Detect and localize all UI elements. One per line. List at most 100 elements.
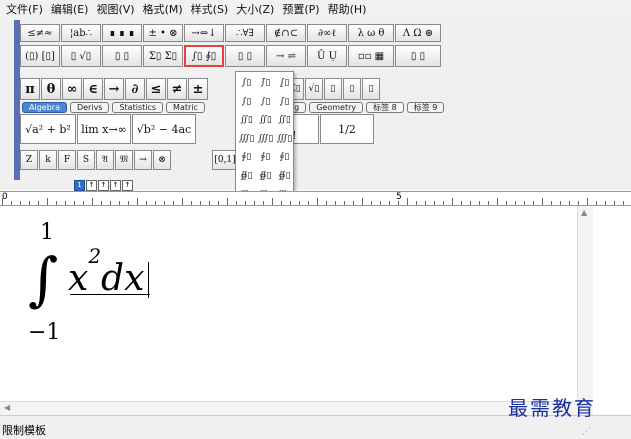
integral-template-option[interactable]: ∮▯ — [256, 149, 275, 165]
integrand[interactable]: x2dx — [68, 244, 144, 299]
small-symbol-button[interactable]: ∂ — [125, 78, 145, 100]
template-palette-button[interactable]: → ⇌ — [266, 45, 306, 67]
resize-grip-icon[interactable]: ⋰ — [582, 427, 591, 437]
small-symbol-button[interactable]: θ — [41, 78, 61, 100]
tab-0[interactable]: Algebra — [22, 102, 67, 113]
ruler-tick — [92, 198, 93, 205]
integral-template-option[interactable]: ∫▯ — [275, 94, 294, 110]
font-symbol-button[interactable]: ⊗ — [153, 150, 171, 170]
font-symbol-button[interactable]: 𝔄 — [96, 150, 114, 170]
ruler-tick — [65, 201, 66, 205]
scroll-left-icon[interactable]: ◀ — [4, 403, 10, 412]
template-palette-button[interactable]: (▯) [▯] — [20, 45, 60, 67]
integral-template-option[interactable]: ∯▯ — [256, 168, 275, 184]
integral-template-option[interactable]: ∬▯ — [275, 112, 294, 128]
integral-template-option[interactable]: ∬▯ — [256, 112, 275, 128]
menu-item[interactable]: 样式(S) — [191, 1, 235, 17]
small-symbol-button[interactable]: ∈ — [83, 78, 103, 100]
template-palette-button[interactable]: ▯ ▯ — [395, 45, 441, 67]
tab-1[interactable]: Derivs — [69, 102, 110, 113]
template-palette-button[interactable]: Σ▯ Σ▯ — [143, 45, 183, 67]
small-template-button[interactable]: √▯ — [305, 78, 323, 100]
size-button[interactable]: ↑ — [110, 180, 121, 191]
lower-limit[interactable]: −1 — [28, 320, 60, 345]
small-template-button[interactable]: ▯ — [324, 78, 342, 100]
small-symbol-button[interactable]: ± — [188, 78, 208, 100]
small-symbol-button[interactable]: ∞ — [62, 78, 82, 100]
size-button[interactable]: ↑ — [98, 180, 109, 191]
size-button[interactable]: ↑ — [122, 180, 133, 191]
tab-5[interactable]: Geometry — [309, 102, 364, 113]
integral-template-option[interactable]: ∫▯ — [237, 75, 256, 91]
integral-template-option[interactable]: ∭▯ — [275, 131, 294, 147]
small-symbol-button[interactable]: ≤ — [146, 78, 166, 100]
menu-item[interactable]: 帮助(H) — [328, 1, 373, 17]
integral-template-option[interactable]: ∮▯ — [275, 149, 294, 165]
font-symbol-button[interactable]: Z — [20, 150, 38, 170]
menu-item[interactable]: 文件(F) — [6, 1, 49, 17]
ruler: 05 — [0, 191, 631, 206]
integral-sign[interactable]: ∫ — [28, 250, 58, 308]
equation-editor[interactable] — [0, 206, 631, 415]
integral-template-option[interactable]: ∭▯ — [256, 131, 275, 147]
integral-template-option[interactable]: ∮▯ — [237, 149, 256, 165]
small-template-button[interactable]: ▯ — [362, 78, 380, 100]
template-palette-button[interactable]: Ū Ụ — [307, 45, 347, 67]
template-palette-button[interactable]: ▯ ▯ — [225, 45, 265, 67]
integral-template-option[interactable]: ∯▯ — [275, 168, 294, 184]
symbol-palette-button[interactable]: ¦ab∴ — [61, 24, 101, 42]
menu-item[interactable]: 大小(Z) — [236, 1, 280, 17]
tab-3[interactable]: Matric — [166, 102, 205, 113]
symbol-palette-button[interactable]: ∴∀∃ — [225, 24, 265, 42]
small-template-button[interactable]: ▯ — [343, 78, 361, 100]
template-button[interactable]: lim x→∞ — [77, 114, 131, 144]
font-symbol-button[interactable]: 𝔐 — [115, 150, 133, 170]
template-button[interactable]: √a² + b² — [20, 114, 76, 144]
font-symbol-button[interactable]: S — [77, 150, 95, 170]
small-symbol-button[interactable]: ≠ — [167, 78, 187, 100]
ruler-tick — [128, 201, 129, 205]
integrand-base[interactable]: x — [68, 258, 88, 299]
template-palette-button[interactable]: ▯ ▯ — [102, 45, 142, 67]
template-palette-button[interactable]: ∫▯ ∮▯ — [184, 45, 224, 67]
small-symbol-button[interactable]: π — [20, 78, 40, 100]
menu-item[interactable]: 格式(M) — [143, 1, 189, 17]
template-palette-button[interactable]: ▫▫ ▦ — [348, 45, 394, 67]
integral-template-option[interactable]: ∭▯ — [237, 131, 256, 147]
menu-item[interactable]: 编辑(E) — [51, 1, 95, 17]
font-symbol-button[interactable]: F — [58, 150, 76, 170]
symbol-palette-button[interactable]: ∂∞ℓ — [307, 24, 347, 42]
differential[interactable]: dx — [101, 258, 144, 299]
symbol-palette-button[interactable]: ± • ⊗ — [143, 24, 183, 42]
integral-template-option[interactable]: ∫▯ — [237, 94, 256, 110]
symbol-palette-button[interactable]: λ ω θ — [348, 24, 394, 42]
symbol-palette-button[interactable]: ∎ ∎ ∎ — [102, 24, 142, 42]
integrand-exponent[interactable]: 2 — [88, 244, 101, 268]
symbol-palette-button[interactable]: Λ Ω ⊛ — [395, 24, 441, 42]
template-button[interactable]: 1/2 — [320, 114, 374, 144]
font-symbol-button[interactable]: k — [39, 150, 57, 170]
upper-limit[interactable]: 1 — [40, 220, 54, 245]
symbol-palette-button[interactable]: ∉∩⊂ — [266, 24, 306, 42]
menu-item[interactable]: 预置(P) — [282, 1, 325, 17]
tab-7[interactable]: 标签 9 — [406, 102, 445, 113]
menu-item[interactable]: 视图(V) — [96, 1, 140, 17]
symbol-palette-button[interactable]: →⇔↓ — [184, 24, 224, 42]
size-button[interactable]: ↑ — [86, 180, 97, 191]
integral-template-option[interactable]: ∬▯ — [237, 112, 256, 128]
symbol-palette-button[interactable]: ≤≠≈ — [20, 24, 60, 42]
font-symbol-button[interactable]: → — [134, 150, 152, 170]
size-button[interactable]: 1 — [74, 180, 85, 191]
template-button[interactable]: √b² − 4ac — [132, 114, 196, 144]
small-symbol-button[interactable]: → — [104, 78, 124, 100]
integral-template-option[interactable]: ∫̇▯ — [256, 75, 275, 91]
integral-template-option[interactable]: ∫̣▯ — [275, 75, 294, 91]
template-palette-button[interactable]: ▯ √▯ — [61, 45, 101, 67]
scroll-up-icon[interactable]: ▲ — [581, 208, 587, 217]
integral-template-option[interactable]: ∫▯ — [256, 94, 275, 110]
integral-template-option[interactable]: ∯▯ — [237, 168, 256, 184]
tab-2[interactable]: Statistics — [112, 102, 164, 113]
tab-6[interactable]: 标签 8 — [366, 102, 404, 113]
horizontal-scrollbar[interactable]: ◀ — [0, 401, 593, 415]
vertical-scrollbar[interactable]: ▲ — [577, 206, 593, 401]
